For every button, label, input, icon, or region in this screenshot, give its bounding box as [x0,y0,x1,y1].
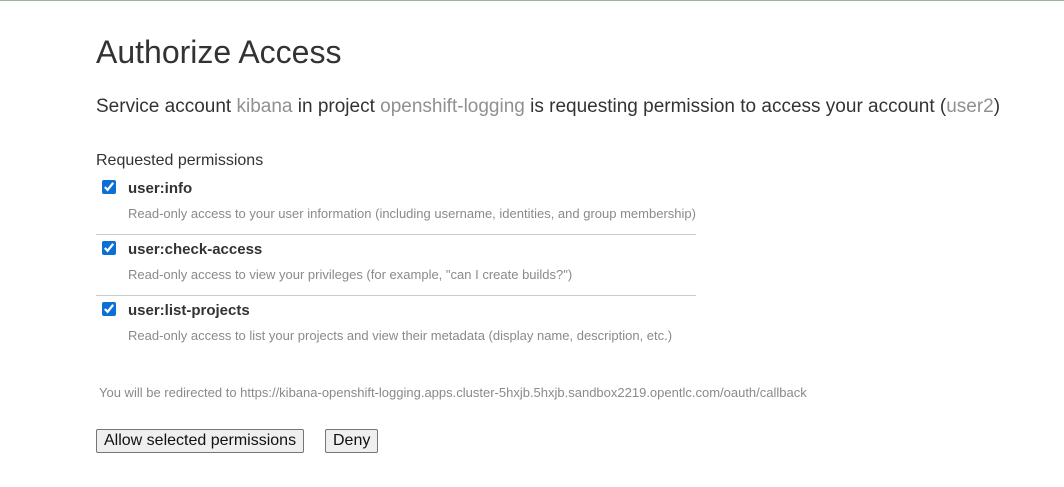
deny-button[interactable]: Deny [325,429,379,453]
service-account-name: kibana [236,96,293,117]
user-name: user2 [946,96,994,117]
redirect-notice: You will be redirected to https://kibana… [99,385,807,400]
intro-mid2: is requesting permission to access your … [524,96,947,117]
permission-checkbox-user-check-access[interactable] [102,241,116,255]
permission-checkbox-user-info[interactable] [102,180,116,194]
permission-item-user-check-access: user:check-access Read-only access to vi… [96,235,696,296]
permission-name: user:info [128,180,193,197]
permission-item-user-list-projects: user:list-projects Read-only access to l… [96,296,696,356]
permission-description: Read-only access to list your projects a… [128,328,673,343]
permission-item-user-info: user:info Read-only access to your user … [96,174,696,235]
intro-suffix: ) [993,96,1001,117]
permissions-heading: Requested permissions [96,152,264,169]
permission-name: user:list-projects [128,302,250,319]
allow-permissions-button[interactable]: Allow selected permissions [96,429,305,453]
permission-description: Read-only access to view your privileges… [128,267,573,282]
project-name: openshift-logging [380,96,525,117]
permission-name: user:check-access [128,241,263,258]
permission-checkbox-user-list-projects[interactable] [102,302,116,316]
permissions-list: user:info Read-only access to your user … [96,174,696,356]
intro-mid1: in project [292,96,381,117]
page-title: Authorize Access [96,34,342,70]
top-border-line [0,0,1064,1]
intro-text: Service account kibana in project opensh… [96,96,1000,118]
intro-prefix: Service account [96,96,237,117]
permission-description: Read-only access to your user informatio… [128,206,696,221]
